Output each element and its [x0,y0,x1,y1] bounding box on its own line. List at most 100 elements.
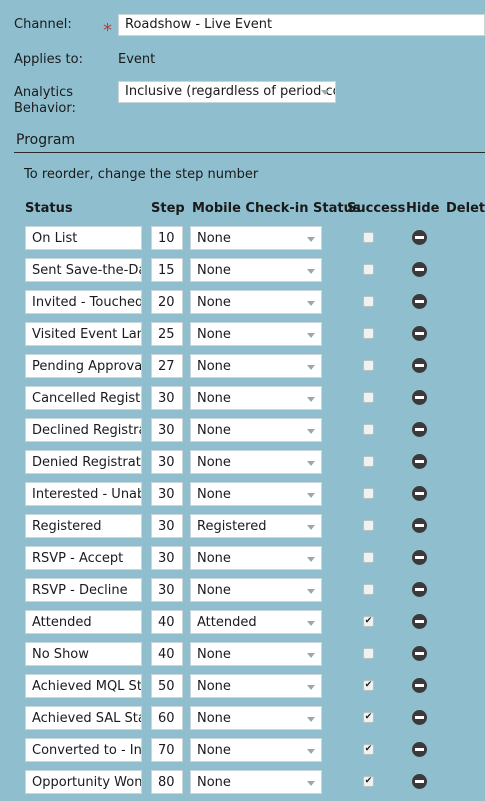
hide-minus-icon[interactable] [412,486,427,501]
mobile-checkin-select[interactable]: Registered [190,514,322,538]
success-checkbox[interactable]: ✔ [363,744,374,755]
success-checkbox[interactable] [363,264,374,275]
step-number-input[interactable]: 80 [151,770,183,794]
step-number-input[interactable]: 30 [151,418,183,442]
hide-minus-icon[interactable] [412,582,427,597]
mobile-checkin-select[interactable]: None [190,386,322,410]
mobile-checkin-select[interactable]: None [190,226,322,250]
table-row: Interested - Unable 30 None [0,481,485,513]
success-checkbox[interactable]: ✔ [363,712,374,723]
hide-minus-icon[interactable] [412,646,427,661]
step-number-input[interactable]: 50 [151,674,183,698]
hide-minus-icon[interactable] [412,294,427,309]
applies-to-value: Event [118,52,156,67]
hide-minus-icon[interactable] [412,742,427,757]
hide-minus-icon[interactable] [412,454,427,469]
status-name-input[interactable]: RSVP - Decline [25,578,142,602]
hide-minus-icon[interactable] [412,614,427,629]
step-number-input[interactable]: 40 [151,642,183,666]
mobile-checkin-select[interactable]: None [190,706,322,730]
success-checkbox[interactable] [363,424,374,435]
status-name-input[interactable]: Registered [25,514,142,538]
hide-minus-icon[interactable] [412,358,427,373]
success-checkbox[interactable]: ✔ [363,680,374,691]
success-checkbox[interactable] [363,328,374,339]
mobile-checkin-select[interactable]: None [190,418,322,442]
status-name-input[interactable]: Achieved SAL Status [25,706,142,730]
hide-minus-icon[interactable] [412,422,427,437]
step-number-input[interactable]: 25 [151,322,183,346]
success-checkbox[interactable] [363,296,374,307]
mobile-checkin-select[interactable]: None [190,290,322,314]
mobile-checkin-select[interactable]: None [190,258,322,282]
success-checkbox[interactable] [363,392,374,403]
status-name-input[interactable]: No Show [25,642,142,666]
success-checkbox[interactable] [363,552,374,563]
channel-input[interactable]: Roadshow - Live Event [118,14,485,36]
step-number-input[interactable]: 30 [151,482,183,506]
mobile-checkin-select[interactable]: None [190,770,322,794]
status-name-input[interactable]: Attended [25,610,142,634]
hide-minus-icon[interactable] [412,710,427,725]
success-checkbox[interactable] [363,360,374,371]
status-name-input[interactable]: Converted to - Influenced [25,738,142,762]
step-number-input[interactable]: 70 [151,738,183,762]
mobile-checkin-select[interactable]: None [190,482,322,506]
analytics-behavior-select[interactable]: Inclusive (regardless of period co [118,81,336,103]
success-checkbox[interactable] [363,648,374,659]
status-name-input[interactable]: Achieved MQL Status [25,674,142,698]
mobile-checkin-select[interactable]: Attended [190,610,322,634]
step-number-input[interactable]: 30 [151,386,183,410]
step-number-input[interactable]: 15 [151,258,183,282]
program-section-title: Program [16,132,76,148]
mobile-checkin-select[interactable]: None [190,642,322,666]
step-number-input[interactable]: 30 [151,578,183,602]
hide-minus-icon[interactable] [412,262,427,277]
hide-minus-icon[interactable] [412,230,427,245]
mobile-checkin-select[interactable]: None [190,546,322,570]
status-name-input[interactable]: Invited - Touched [25,290,142,314]
success-checkbox[interactable] [363,520,374,531]
status-name-input[interactable]: RSVP - Accept [25,546,142,570]
mobile-checkin-select[interactable]: None [190,578,322,602]
success-checkbox[interactable] [363,584,374,595]
mobile-checkin-value: None [197,487,231,502]
hide-minus-icon[interactable] [412,550,427,565]
hide-minus-icon[interactable] [412,390,427,405]
step-number-input[interactable]: 10 [151,226,183,250]
step-number-input[interactable]: 27 [151,354,183,378]
mobile-checkin-value: None [197,327,231,342]
status-name-input[interactable]: Opportunity Won [25,770,142,794]
success-checkbox[interactable] [363,488,374,499]
status-name-input[interactable]: Visited Event Landing [25,322,142,346]
step-number-input[interactable]: 40 [151,610,183,634]
mobile-checkin-select[interactable]: None [190,354,322,378]
status-name-input[interactable]: Pending Approval [25,354,142,378]
table-row: Achieved SAL Status 60 None ✔ [0,705,485,737]
success-checkbox[interactable]: ✔ [363,776,374,787]
step-number-input[interactable]: 20 [151,290,183,314]
chevron-down-icon [307,333,315,338]
step-number-input[interactable]: 30 [151,450,183,474]
hide-minus-icon[interactable] [412,326,427,341]
status-name-input[interactable]: Interested - Unable [25,482,142,506]
step-number-input[interactable]: 30 [151,546,183,570]
status-name-input[interactable]: Sent Save-the-Date [25,258,142,282]
success-checkbox[interactable]: ✔ [363,616,374,627]
mobile-checkin-select[interactable]: None [190,450,322,474]
step-number-input[interactable]: 60 [151,706,183,730]
mobile-checkin-select[interactable]: None [190,674,322,698]
hide-minus-icon[interactable] [412,774,427,789]
chevron-down-icon [307,653,315,658]
mobile-checkin-select[interactable]: None [190,322,322,346]
hide-minus-icon[interactable] [412,518,427,533]
status-name-input[interactable]: Declined Registration [25,418,142,442]
status-name-input[interactable]: On List [25,226,142,250]
status-name-input[interactable]: Cancelled Registration [25,386,142,410]
status-name-input[interactable]: Denied Registration [25,450,142,474]
success-checkbox[interactable] [363,456,374,467]
step-number-input[interactable]: 30 [151,514,183,538]
hide-minus-icon[interactable] [412,678,427,693]
mobile-checkin-select[interactable]: None [190,738,322,762]
success-checkbox[interactable] [363,232,374,243]
